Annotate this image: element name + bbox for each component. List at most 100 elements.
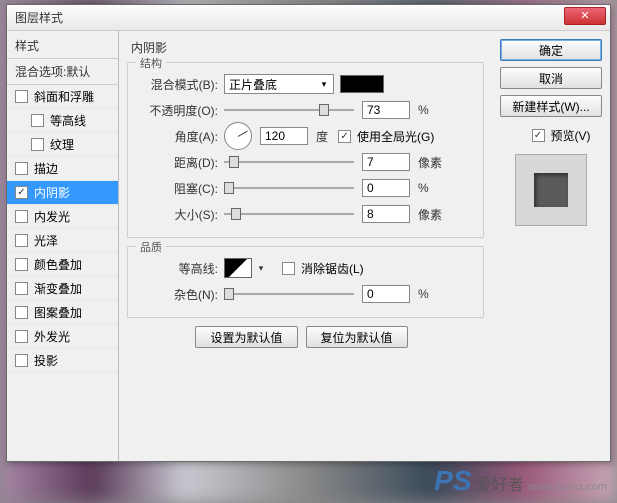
antialias-checkbox[interactable]: 消除锯齿(L) bbox=[282, 260, 364, 277]
checkbox-icon[interactable] bbox=[15, 210, 28, 223]
choke-unit: % bbox=[418, 181, 429, 195]
blend-mode-label: 混合模式(B): bbox=[138, 76, 224, 93]
quality-legend: 品质 bbox=[136, 239, 166, 255]
blend-mode-combo[interactable]: 正片叠底 ▾ bbox=[224, 74, 334, 94]
checkbox-icon bbox=[532, 129, 545, 142]
contour-swatch[interactable] bbox=[224, 258, 252, 278]
slider-thumb[interactable] bbox=[231, 208, 241, 220]
slider-thumb[interactable] bbox=[224, 288, 234, 300]
noise-row: 杂色(N): 0 % bbox=[138, 281, 473, 307]
angle-row: 角度(A): 120 度 使用全局光(G) bbox=[138, 123, 473, 149]
noise-unit: % bbox=[418, 287, 429, 301]
global-light-checkbox[interactable]: 使用全局光(G) bbox=[338, 128, 434, 145]
main-panel: 内阴影 结构 混合模式(B): 正片叠底 ▾ 不透明度(O): bbox=[119, 31, 492, 461]
reset-default-button[interactable]: 复位为默认值 bbox=[306, 326, 408, 348]
preview-swatch bbox=[534, 173, 568, 207]
slider-thumb[interactable] bbox=[224, 182, 234, 194]
checkbox-icon[interactable] bbox=[15, 354, 28, 367]
opacity-row: 不透明度(O): 73 % bbox=[138, 97, 473, 123]
checkbox-icon[interactable] bbox=[31, 114, 44, 127]
sidebar-item[interactable]: 描边 bbox=[7, 157, 118, 181]
sidebar-item[interactable]: 外发光 bbox=[7, 325, 118, 349]
set-default-button[interactable]: 设置为默认值 bbox=[195, 326, 297, 348]
checkbox-icon[interactable] bbox=[15, 186, 28, 199]
global-light-label: 使用全局光(G) bbox=[357, 128, 434, 145]
sidebar-item[interactable]: 内阴影 bbox=[7, 181, 118, 205]
sidebar-item-label: 颜色叠加 bbox=[34, 256, 82, 273]
sidebar-item[interactable]: 图案叠加 bbox=[7, 301, 118, 325]
structure-fieldset: 结构 混合模式(B): 正片叠底 ▾ 不透明度(O): 73 bbox=[127, 62, 484, 238]
dialog-body: 样式 混合选项:默认 斜面和浮雕等高线纹理描边内阴影内发光光泽颜色叠加渐变叠加图… bbox=[7, 31, 610, 461]
angle-label: 角度(A): bbox=[138, 128, 224, 145]
watermark-text: 爱好者 bbox=[476, 471, 524, 495]
opacity-input[interactable]: 73 bbox=[362, 101, 410, 119]
styles-sidebar: 样式 混合选项:默认 斜面和浮雕等高线纹理描边内阴影内发光光泽颜色叠加渐变叠加图… bbox=[7, 31, 119, 461]
sidebar-subheader[interactable]: 混合选项:默认 bbox=[7, 59, 118, 85]
checkbox-icon[interactable] bbox=[15, 234, 28, 247]
distance-row: 距离(D): 7 像素 bbox=[138, 149, 473, 175]
angle-input[interactable]: 120 bbox=[260, 127, 308, 145]
choke-slider[interactable] bbox=[224, 181, 354, 195]
checkbox-icon[interactable] bbox=[15, 282, 28, 295]
distance-slider[interactable] bbox=[224, 155, 354, 169]
cancel-button[interactable]: 取消 bbox=[500, 67, 602, 89]
sidebar-item-label: 图案叠加 bbox=[34, 304, 82, 321]
sidebar-item-label: 外发光 bbox=[34, 328, 70, 345]
contour-label: 等高线: bbox=[138, 260, 224, 277]
slider-thumb[interactable] bbox=[229, 156, 239, 168]
sidebar-item-label: 投影 bbox=[34, 352, 58, 369]
watermark: PS 爱好者 www.psahz.com bbox=[434, 465, 607, 497]
size-input[interactable]: 8 bbox=[362, 205, 410, 223]
sidebar-item-label: 内阴影 bbox=[34, 184, 70, 201]
close-button[interactable]: ✕ bbox=[564, 7, 606, 25]
preview-checkbox[interactable]: 预览(V) bbox=[510, 127, 612, 144]
dialog-title: 图层样式 bbox=[15, 9, 63, 26]
sidebar-item[interactable]: 渐变叠加 bbox=[7, 277, 118, 301]
sidebar-item[interactable]: 光泽 bbox=[7, 229, 118, 253]
slider-thumb[interactable] bbox=[319, 104, 329, 116]
shadow-color-swatch[interactable] bbox=[340, 75, 384, 93]
checkbox-icon[interactable] bbox=[15, 90, 28, 103]
sidebar-item[interactable]: 颜色叠加 bbox=[7, 253, 118, 277]
opacity-label: 不透明度(O): bbox=[138, 102, 224, 119]
layer-style-dialog: 图层样式 ✕ 样式 混合选项:默认 斜面和浮雕等高线纹理描边内阴影内发光光泽颜色… bbox=[6, 4, 611, 462]
titlebar[interactable]: 图层样式 ✕ bbox=[7, 5, 610, 31]
sidebar-item[interactable]: 投影 bbox=[7, 349, 118, 373]
checkbox-icon[interactable] bbox=[15, 330, 28, 343]
choke-input[interactable]: 0 bbox=[362, 179, 410, 197]
sidebar-item-label: 描边 bbox=[34, 160, 58, 177]
angle-hand bbox=[238, 131, 248, 137]
panel-title: 内阴影 bbox=[127, 37, 484, 62]
sidebar-header[interactable]: 样式 bbox=[7, 33, 118, 59]
checkbox-icon[interactable] bbox=[15, 258, 28, 271]
opacity-slider[interactable] bbox=[224, 103, 354, 117]
sidebar-item-label: 光泽 bbox=[34, 232, 58, 249]
distance-unit: 像素 bbox=[418, 154, 442, 171]
checkbox-icon[interactable] bbox=[15, 306, 28, 319]
sidebar-item-label: 内发光 bbox=[34, 208, 70, 225]
angle-dial[interactable] bbox=[224, 122, 252, 150]
checkbox-icon[interactable] bbox=[15, 162, 28, 175]
noise-input[interactable]: 0 bbox=[362, 285, 410, 303]
antialias-label: 消除锯齿(L) bbox=[301, 260, 364, 277]
size-slider[interactable] bbox=[224, 207, 354, 221]
sidebar-item[interactable]: 斜面和浮雕 bbox=[7, 85, 118, 109]
distance-input[interactable]: 7 bbox=[362, 153, 410, 171]
sidebar-item[interactable]: 内发光 bbox=[7, 205, 118, 229]
preview-box bbox=[515, 154, 587, 226]
new-style-button[interactable]: 新建样式(W)... bbox=[500, 95, 602, 117]
quality-fieldset: 品质 等高线: ▾ 消除锯齿(L) 杂色(N): bbox=[127, 246, 484, 318]
noise-slider[interactable] bbox=[224, 287, 354, 301]
chevron-down-icon[interactable]: ▾ bbox=[256, 263, 266, 274]
distance-label: 距离(D): bbox=[138, 154, 224, 171]
size-row: 大小(S): 8 像素 bbox=[138, 201, 473, 227]
watermark-logo: PS bbox=[434, 465, 471, 497]
blend-mode-value: 正片叠底 bbox=[229, 76, 277, 93]
sidebar-item[interactable]: 纹理 bbox=[7, 133, 118, 157]
ok-button[interactable]: 确定 bbox=[500, 39, 602, 61]
default-buttons-row: 设置为默认值 复位为默认值 bbox=[127, 326, 484, 348]
sidebar-item[interactable]: 等高线 bbox=[7, 109, 118, 133]
checkbox-icon[interactable] bbox=[31, 138, 44, 151]
sidebar-item-label: 斜面和浮雕 bbox=[34, 88, 94, 105]
opacity-unit: % bbox=[418, 103, 429, 117]
